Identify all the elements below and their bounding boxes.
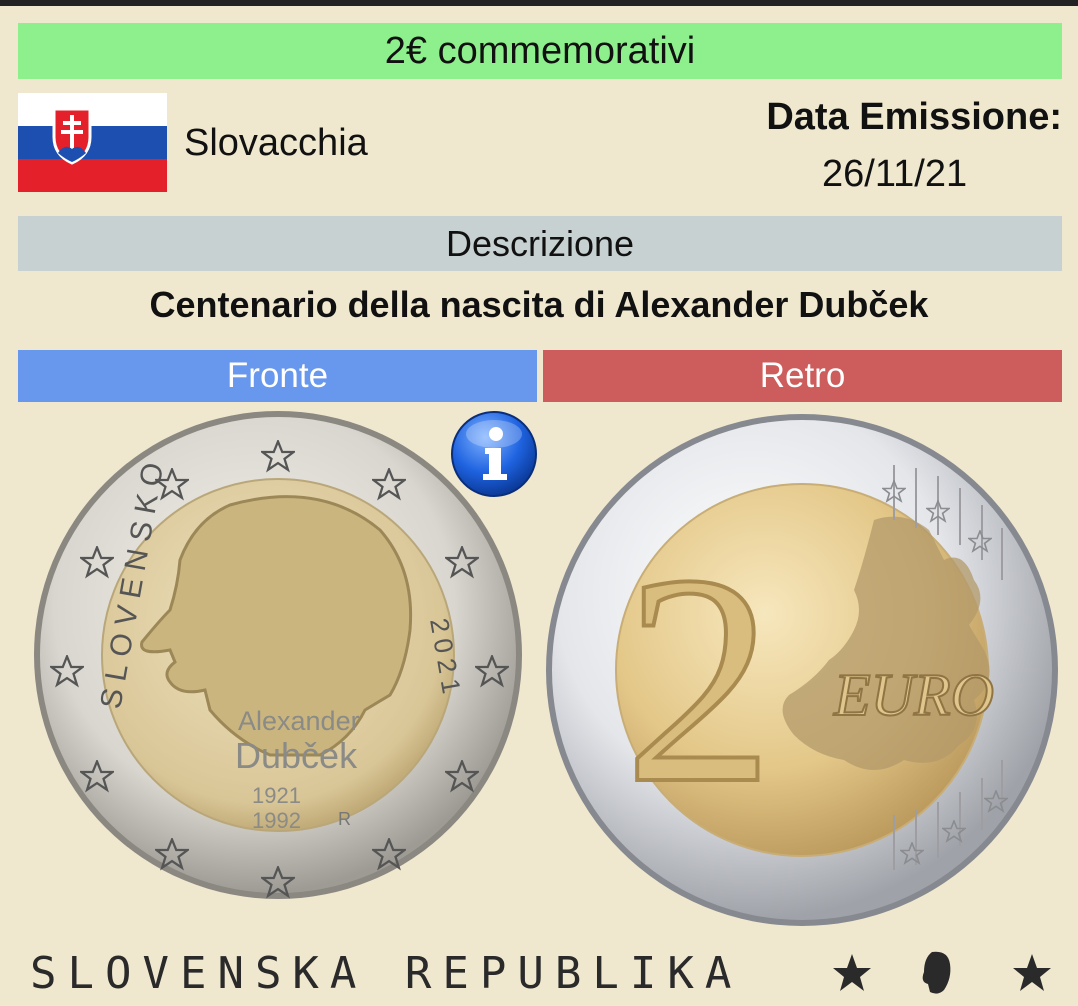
slovakia-flag-icon <box>18 93 167 192</box>
tab-back-label: Retro <box>759 356 846 395</box>
coin-name-line1: Alexander <box>238 706 360 736</box>
coin-value: 2 <box>624 513 774 845</box>
coin-years-line1: 1921 <box>252 783 301 808</box>
info-icon[interactable] <box>450 410 538 498</box>
page-banner: 2€ commemorativi <box>18 23 1062 79</box>
coin-back-image[interactable]: 2 EURO <box>544 410 1060 930</box>
tab-front[interactable]: Fronte <box>18 350 537 402</box>
tab-front-label: Fronte <box>226 356 329 395</box>
edge-symbols <box>833 951 1051 994</box>
country-name: Slovacchia <box>184 122 368 164</box>
shield-icon <box>922 951 951 994</box>
coin-mint-mark: R <box>338 809 351 829</box>
description-header: Descrizione <box>18 216 1062 271</box>
tab-back[interactable]: Retro <box>543 350 1062 402</box>
star-icon <box>833 954 871 991</box>
issue-date-value: 26/11/21 <box>822 153 968 195</box>
star-icon <box>1013 954 1051 991</box>
coin-name-line2: Dubček <box>235 735 358 776</box>
description-title: Centenario della nascita di Alexander Du… <box>149 284 929 325</box>
banner-title: 2€ commemorativi <box>384 29 696 72</box>
coin-years-line2: 1992 <box>252 808 301 833</box>
coin-currency: EURO <box>833 662 994 728</box>
coin-edge-inscription: SLOVENSKA REPUBLIKA <box>30 948 743 999</box>
status-bar-edge <box>0 0 1078 6</box>
coat-of-arms-icon <box>52 107 92 165</box>
description-header-label: Descrizione <box>445 222 635 264</box>
issue-date-label: Data Emissione: <box>766 96 1062 138</box>
